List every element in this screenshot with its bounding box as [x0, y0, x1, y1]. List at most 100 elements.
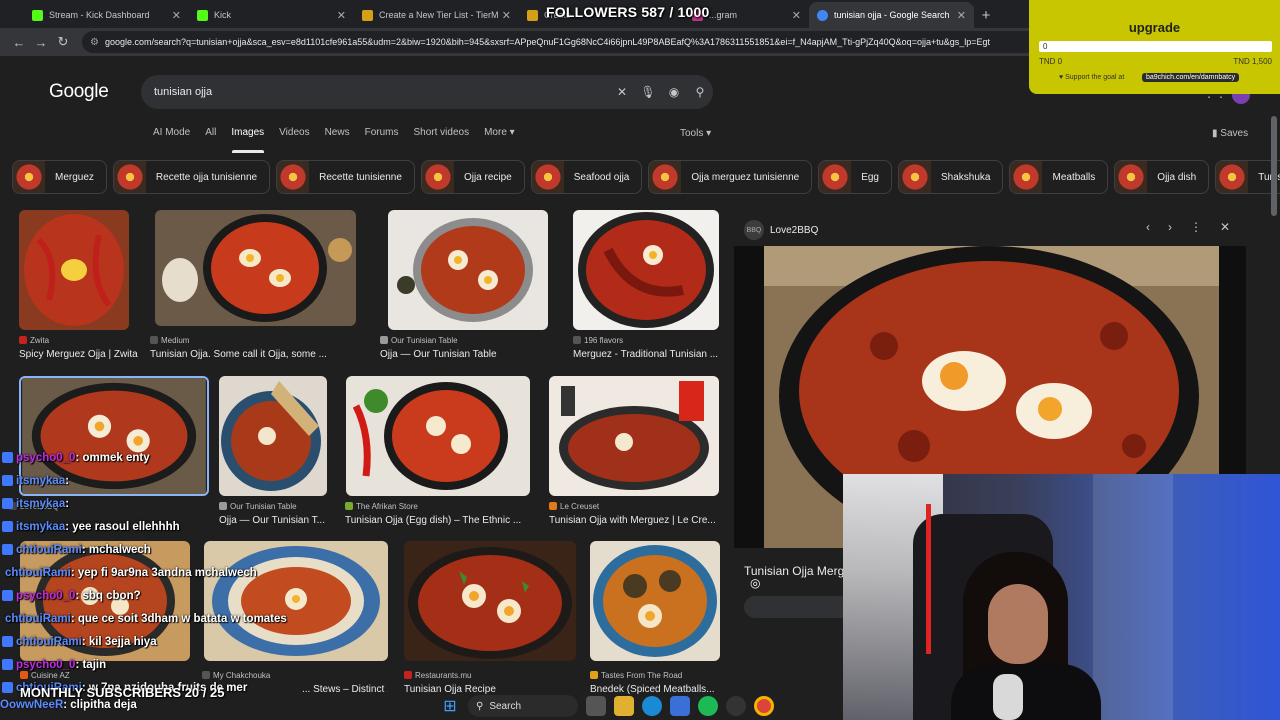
chip-egg[interactable]: Egg: [818, 160, 892, 194]
result-image[interactable]: [388, 210, 548, 330]
image-result[interactable]: The Afrikan Store Tunisian Ojja (Egg dis…: [345, 376, 531, 526]
camera-icon[interactable]: ◉: [661, 85, 687, 99]
chip-thumbnail: [531, 161, 564, 193]
chrome-icon[interactable]: [754, 696, 774, 716]
address-bar[interactable]: ⚙ google.com/search?q=tunisian+ojja&sca_e…: [82, 31, 1082, 53]
chip-merguez[interactable]: Merguez: [12, 160, 107, 194]
google-icon: [817, 9, 828, 21]
search-input[interactable]: tunisian ojja: [154, 86, 609, 98]
result-source: Le Creuset: [549, 502, 599, 511]
result-title[interactable]: Ojja — Our Tunisian Table: [380, 349, 550, 360]
chat-message: chtiouiRami: que ce soit 3dham w batata …: [5, 612, 287, 625]
chip-ojja-merguez-tunisienne[interactable]: Ojja merguez tunisienne: [648, 160, 813, 194]
obs-icon[interactable]: [726, 696, 746, 716]
result-image[interactable]: [404, 541, 576, 661]
close-tab-icon[interactable]: ✕: [792, 9, 801, 22]
back-arrow-icon[interactable]: ←: [8, 31, 30, 53]
image-result[interactable]: 196 flavors Merguez - Traditional Tunisi…: [573, 210, 720, 360]
close-tab-icon[interactable]: ✕: [337, 9, 346, 22]
goal-current: 0: [1043, 42, 1048, 51]
more-vert-icon[interactable]: ⋮: [1190, 220, 1202, 234]
chat-overlay: psycho0_0: ommek enty itsmykaa: itsmykaa…: [0, 446, 287, 699]
windows-start-icon[interactable]: ⊞: [440, 696, 460, 716]
tab-short-videos[interactable]: Short videos: [414, 127, 470, 138]
result-source: Zwita: [19, 336, 49, 345]
result-image[interactable]: [346, 376, 530, 496]
tools-button[interactable]: Tools ▾: [680, 128, 711, 139]
chip-shakshuka[interactable]: Shakshuka: [898, 160, 1004, 194]
image-result[interactable]: Medium Tunisian Ojja. Some call it Ojja,…: [150, 210, 356, 360]
chat-message: itsmykaa:: [0, 492, 250, 515]
webcam-overlay: [843, 474, 1280, 720]
tab-all[interactable]: All: [205, 127, 216, 138]
result-image[interactable]: [549, 376, 719, 496]
result-title[interactable]: Tunisian Ojja. Some call it Ojja, some .…: [150, 349, 356, 360]
chip-thumbnail: [1010, 161, 1043, 193]
related-search-chips: Merguez Recette ojja tunisienne Recette …: [12, 160, 1280, 196]
preview-title[interactable]: Tunisian Ojja Merg: [744, 564, 844, 578]
new-tab-button[interactable]: +: [974, 2, 998, 28]
result-image[interactable]: [590, 541, 720, 661]
result-image[interactable]: [155, 210, 356, 326]
store-icon[interactable]: [670, 696, 690, 716]
close-tab-icon[interactable]: ✕: [172, 9, 181, 22]
reload-icon[interactable]: ↻: [52, 31, 74, 53]
windows-taskbar: ⊞ ⚲ Search: [440, 692, 840, 720]
result-image[interactable]: [573, 210, 719, 330]
image-result[interactable]: Restaurants.mu Tunisian Ojja Recipe: [404, 541, 578, 695]
result-title[interactable]: Tunisian Ojja (Egg dish) – The Ethnic ..…: [345, 515, 531, 526]
chip-ojja-dish[interactable]: Ojja dish: [1114, 160, 1210, 194]
badge-icon: [2, 475, 13, 486]
chip-recette-ojja-tunisienne[interactable]: Recette ojja tunisienne: [112, 160, 271, 194]
tab-more[interactable]: More ▾: [484, 127, 515, 138]
google-logo[interactable]: Google: [49, 81, 109, 103]
task-view-icon[interactable]: [586, 696, 606, 716]
tab-tiermaker[interactable]: Create a New Tier List - TierMaker✕: [354, 2, 519, 28]
chevron-right-icon[interactable]: ›: [1168, 220, 1172, 234]
image-result[interactable]: Our Tunisian Table Ojja — Our Tunisian T…: [380, 210, 550, 360]
tab-ai-mode[interactable]: AI Mode: [153, 127, 190, 138]
preview-source[interactable]: BBQ Love2BBQ: [744, 220, 818, 240]
search-icon[interactable]: ⚲: [687, 85, 713, 99]
page-scrollbar[interactable]: [1271, 116, 1277, 216]
chip-meatballs[interactable]: Meatballs: [1009, 160, 1109, 194]
image-result[interactable]: Le Creuset Tunisian Ojja with Merguez | …: [549, 376, 721, 526]
tab-google-search[interactable]: tunisian ojja - Google Search ✕: [809, 2, 974, 28]
result-title[interactable]: Tunisian Ojja with Merguez | Le Cre...: [549, 515, 721, 526]
tiermaker-icon: [362, 9, 373, 21]
tab-kick[interactable]: Kick ✕: [189, 2, 354, 28]
chevron-left-icon[interactable]: ‹: [1146, 220, 1150, 234]
source-favicon: BBQ: [744, 220, 764, 240]
tab-videos[interactable]: Videos: [279, 127, 309, 138]
close-tab-icon[interactable]: ✕: [957, 9, 966, 22]
chip-seafood-ojja[interactable]: Seafood ojja: [530, 160, 643, 194]
lens-icon[interactable]: ◎: [750, 576, 760, 590]
tab-kick-dashboard[interactable]: Stream - Kick Dashboard ✕: [24, 2, 189, 28]
tab-forums[interactable]: Forums: [365, 127, 399, 138]
forward-arrow-icon[interactable]: →: [30, 31, 52, 53]
close-tab-icon[interactable]: ✕: [502, 9, 511, 22]
spotify-icon[interactable]: [698, 696, 718, 716]
image-result[interactable]: Tastes From The Road Bnedek (Spiced Meat…: [590, 541, 720, 695]
site-info-icon[interactable]: ⚙: [90, 37, 99, 48]
taskbar-search[interactable]: ⚲ Search: [468, 695, 578, 717]
result-title[interactable]: Merguez - Traditional Tunisian ...: [573, 349, 720, 360]
chat-message: chtiouiRami: yep fi 9ar9na 3andna mchalw…: [5, 566, 257, 579]
file-explorer-icon[interactable]: [614, 696, 634, 716]
chip-ojja-recipe[interactable]: Ojja recipe: [420, 160, 525, 194]
search-box[interactable]: tunisian ojja ✕ 🎙 ◉ ⚲: [141, 75, 713, 109]
clear-icon[interactable]: ✕: [609, 85, 635, 99]
edge-icon[interactable]: [642, 696, 662, 716]
result-image[interactable]: [19, 210, 129, 330]
microphone-icon[interactable]: 🎙: [635, 85, 661, 99]
chip-recette-tunisienne[interactable]: Recette tunisienne: [276, 160, 415, 194]
close-icon[interactable]: ✕: [1220, 220, 1230, 234]
result-title[interactable]: ... Stews – Distinct ...: [302, 684, 388, 695]
saves-button[interactable]: ▮ Saves: [1212, 128, 1248, 139]
image-result[interactable]: Zwita Spicy Merguez Ojja | Zwita: [19, 210, 138, 360]
tab-images[interactable]: Images: [231, 127, 264, 138]
chip-thumbnail: [113, 161, 146, 193]
chat-message: OowwNeeR: clipitha deja: [0, 699, 137, 711]
result-title[interactable]: Spicy Merguez Ojja | Zwita: [19, 349, 139, 360]
tab-news[interactable]: News: [325, 127, 350, 138]
